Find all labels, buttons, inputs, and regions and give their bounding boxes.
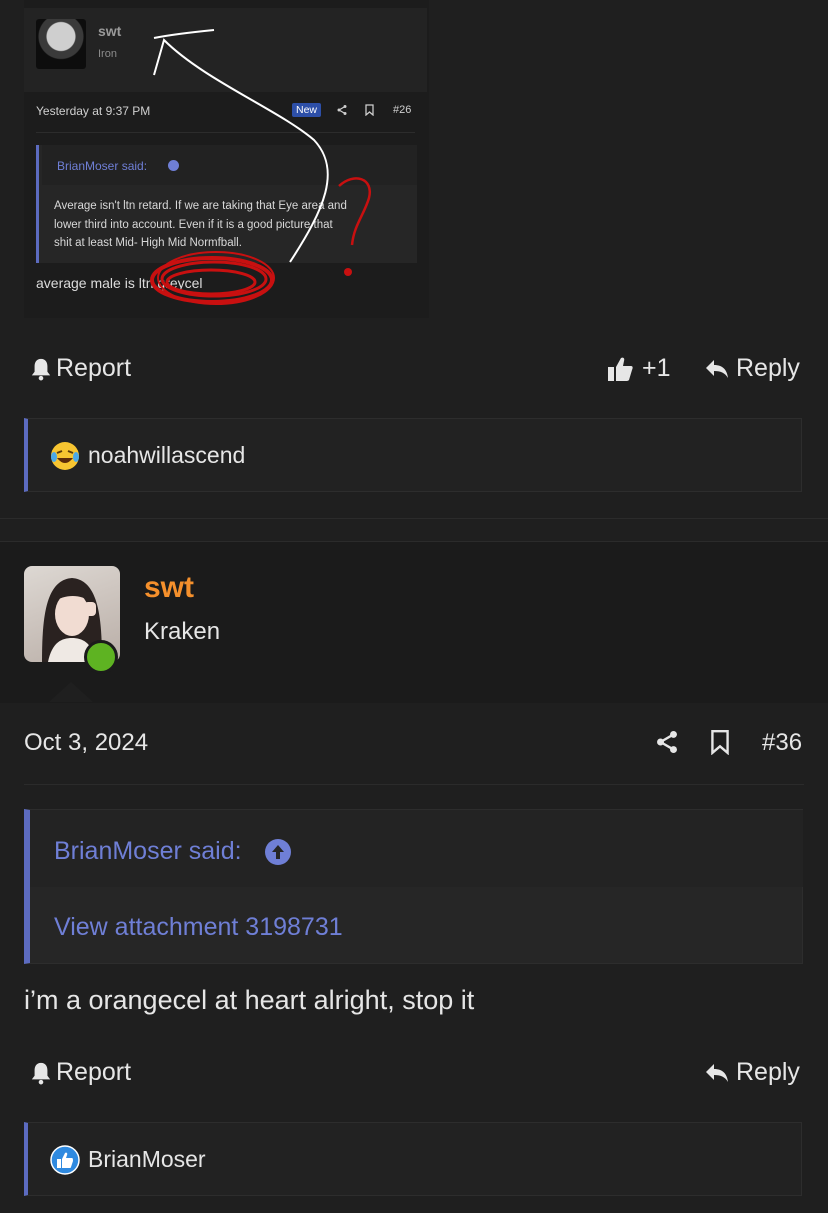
username[interactable]: swt [144, 571, 194, 605]
divider [36, 132, 415, 133]
bell-icon [31, 358, 51, 380]
reply-arrow-icon [706, 1063, 728, 1082]
post-number-link[interactable]: #36 [762, 729, 802, 757]
divider [24, 784, 804, 785]
quote-block: BrianMoser said: View attachment 3198731 [24, 809, 803, 964]
attached-screenshot[interactable]: swt Iron Yesterday at 9:37 PM New #26 Br… [24, 0, 429, 318]
screenshot-reply-text: average male is ltn greycel [36, 275, 203, 291]
divider [0, 518, 828, 519]
user-rank: Kraken [144, 618, 221, 645]
quote-header: BrianMoser said: [30, 810, 803, 887]
post-date[interactable]: Oct 3, 2024 [24, 729, 148, 757]
screenshot-quote-header: BrianMoser said: [42, 145, 417, 185]
quote-line: lower third into account. Even if it is … [54, 218, 333, 231]
reply-button[interactable]: Reply [704, 1058, 800, 1087]
screenshot-post-number: #26 [393, 104, 412, 116]
attachment-link[interactable]: View attachment 3198731 [54, 913, 343, 942]
report-label: Report [56, 354, 132, 382]
screenshot-post-header: swt Iron [24, 8, 427, 92]
bell-icon [31, 1062, 51, 1084]
reply-label: Reply [736, 354, 800, 382]
laughing-crying-emoji-icon [50, 441, 80, 471]
share-icon[interactable] [654, 729, 680, 755]
bookmark-icon[interactable] [709, 729, 731, 755]
reaction-user[interactable]: noahwillascend [88, 442, 245, 469]
reaction-user[interactable]: BrianMoser [88, 1146, 206, 1173]
arrow-up-circle-icon[interactable] [265, 839, 291, 865]
reactions-bar[interactable]: BrianMoser [24, 1122, 802, 1196]
reply-arrow-icon [706, 359, 728, 378]
like-thumb-icon [50, 1145, 80, 1175]
screenshot-date: Yesterday at 9:37 PM [36, 104, 151, 118]
screenshot-quote: BrianMoser said: Average isn't ltn retar… [36, 145, 417, 263]
reply-button[interactable]: Reply [704, 354, 800, 383]
screenshot-username: swt [98, 23, 122, 39]
screenshot-quote-author: BrianMoser said: [57, 159, 148, 173]
screenshot-quote-text: Average isn't ltn retard. If we are taki… [54, 197, 404, 253]
reply-label: Reply [736, 1058, 800, 1086]
quote-author-link[interactable]: BrianMoser said: [54, 837, 242, 866]
post-user-header [0, 541, 828, 703]
arrow-up-circle-icon [168, 160, 179, 171]
quote-line: Average isn't ltn retard. If we are taki… [54, 200, 347, 212]
quote-line: shit at least Mid- High Mid Normfball. [54, 237, 242, 249]
share-icon [336, 104, 348, 116]
thumbs-up-icon [608, 357, 633, 381]
like-count: +1 [642, 354, 671, 382]
report-button[interactable]: Report [30, 354, 131, 383]
screenshot-rank: Iron [98, 48, 117, 60]
online-indicator [84, 640, 118, 674]
screenshot-new-badge: New [292, 103, 322, 117]
message-text: i’m a orangecel at heart alright, stop i… [24, 985, 475, 1015]
like-button[interactable]: +1 [606, 354, 671, 383]
header-caret [49, 682, 93, 702]
reactions-bar[interactable]: noahwillascend [24, 418, 802, 492]
screenshot-avatar [36, 19, 86, 69]
report-button[interactable]: Report [30, 1058, 131, 1087]
report-label: Report [56, 1058, 132, 1086]
bookmark-icon [364, 104, 375, 116]
